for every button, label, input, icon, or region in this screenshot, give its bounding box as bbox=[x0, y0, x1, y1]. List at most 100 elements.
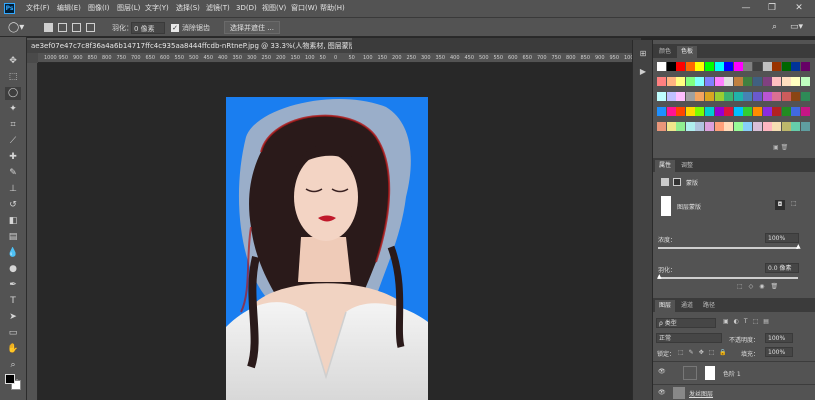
color-swatch[interactable] bbox=[657, 107, 666, 116]
foreground-color-swatch[interactable] bbox=[5, 374, 15, 384]
layer-kind-filter[interactable]: ρ 类型 bbox=[656, 318, 716, 328]
color-swatch[interactable] bbox=[705, 62, 714, 71]
clone-stamp-tool-icon[interactable]: ⊥ bbox=[5, 183, 21, 196]
color-swatch[interactable] bbox=[781, 77, 791, 86]
color-swatch[interactable] bbox=[762, 77, 772, 86]
density-slider-handle[interactable]: ▲ bbox=[796, 243, 801, 250]
lock-icons[interactable]: ⬚✎✥⬚🔒 bbox=[678, 349, 732, 356]
document-tab[interactable]: ae3ef07e47c7c8f36a4a6b14717ffc4c935aa844… bbox=[27, 38, 352, 53]
close-window-button[interactable]: ✕ bbox=[786, 0, 812, 17]
zoom-tool-icon[interactable]: ⌕ bbox=[5, 359, 21, 372]
tab-layers[interactable]: 图层 bbox=[655, 300, 676, 312]
color-swatch[interactable] bbox=[762, 92, 772, 101]
add-to-selection-icon[interactable] bbox=[58, 23, 67, 32]
color-swatch[interactable] bbox=[801, 62, 810, 71]
fill-input[interactable]: 100% bbox=[765, 347, 793, 357]
tab-adjustments[interactable]: 调整 bbox=[677, 160, 697, 172]
menu-edit[interactable]: 编辑(E) bbox=[57, 3, 81, 14]
color-swatch[interactable] bbox=[705, 107, 714, 116]
lasso-tool-icon[interactable]: ◯ bbox=[5, 87, 21, 100]
blur-tool-icon[interactable]: 💧 bbox=[5, 247, 21, 260]
color-swatch[interactable] bbox=[791, 77, 801, 86]
color-swatch[interactable] bbox=[695, 77, 705, 86]
color-swatch[interactable] bbox=[714, 62, 724, 71]
menu-file[interactable]: 文件(F) bbox=[26, 3, 50, 14]
healing-brush-tool-icon[interactable]: ✚ bbox=[5, 151, 21, 164]
color-swatch[interactable] bbox=[743, 62, 753, 71]
gradient-tool-icon[interactable]: ▤ bbox=[5, 231, 21, 244]
color-swatch[interactable] bbox=[666, 107, 676, 116]
antialias-checkbox[interactable]: ✓ bbox=[171, 24, 179, 32]
color-swatch[interactable] bbox=[801, 92, 810, 101]
color-swatch[interactable] bbox=[772, 107, 782, 116]
layer-name[interactable]: 发丝图层 bbox=[689, 389, 713, 398]
color-swatch[interactable] bbox=[733, 107, 743, 116]
minimize-button[interactable]: — bbox=[733, 0, 759, 17]
lasso-tool-preset-icon[interactable]: ◯▾ bbox=[8, 21, 30, 34]
color-swatch[interactable] bbox=[743, 77, 753, 86]
color-swatch[interactable] bbox=[666, 77, 676, 86]
eye-icon[interactable]: 👁 bbox=[658, 368, 666, 375]
color-swatch[interactable] bbox=[801, 107, 810, 116]
eraser-tool-icon[interactable]: ◧ bbox=[5, 215, 21, 228]
path-selection-tool-icon[interactable]: ➤ bbox=[5, 311, 21, 324]
vector-mask-icon[interactable] bbox=[673, 178, 681, 186]
history-brush-tool-icon[interactable]: ↺ bbox=[5, 199, 21, 212]
color-swatch[interactable] bbox=[733, 122, 743, 131]
pen-tool-icon[interactable]: ✒ bbox=[5, 279, 21, 292]
feather-slider-handle[interactable]: ▲ bbox=[657, 273, 662, 280]
crop-tool-icon[interactable]: ⌗ bbox=[5, 119, 21, 132]
horizontal-ruler[interactable]: 1000 950 900 850 800 750 700 650 600 550 500 450 400… bbox=[38, 53, 641, 63]
color-swatch[interactable] bbox=[762, 122, 772, 131]
feather-input[interactable]: 0.0 像素 bbox=[765, 263, 799, 273]
color-swatch[interactable] bbox=[657, 62, 666, 71]
layer-filter-icons[interactable]: ▣◐T⬚▤ bbox=[723, 318, 774, 325]
color-swatch[interactable] bbox=[743, 122, 753, 131]
menu-type[interactable]: 文字(Y) bbox=[145, 3, 169, 14]
color-swatch[interactable] bbox=[791, 122, 801, 131]
color-swatch[interactable] bbox=[753, 77, 762, 86]
color-swatch[interactable] bbox=[666, 122, 676, 131]
color-swatch[interactable] bbox=[676, 62, 686, 71]
color-swatch[interactable] bbox=[695, 62, 705, 71]
menu-window[interactable]: 窗口(W) bbox=[291, 3, 317, 14]
color-swatch[interactable] bbox=[676, 107, 686, 116]
search-icon[interactable]: ⌕ bbox=[772, 21, 784, 34]
rectangle-tool-icon[interactable]: ▭ bbox=[5, 327, 21, 340]
color-swatch[interactable] bbox=[705, 77, 714, 86]
color-swatch[interactable] bbox=[791, 62, 801, 71]
color-swatch[interactable] bbox=[714, 92, 724, 101]
color-swatch[interactable] bbox=[657, 122, 666, 131]
color-swatch[interactable] bbox=[657, 92, 666, 101]
color-swatch[interactable] bbox=[695, 92, 705, 101]
color-swatch[interactable] bbox=[753, 62, 762, 71]
color-swatch[interactable] bbox=[781, 92, 791, 101]
color-swatch[interactable] bbox=[685, 107, 695, 116]
move-tool-icon[interactable]: ✥ bbox=[5, 55, 21, 68]
menu-select[interactable]: 选择(S) bbox=[176, 3, 200, 14]
select-pixel-mask-icon[interactable]: ◘ bbox=[775, 200, 785, 210]
brush-tool-icon[interactable]: ✎ bbox=[5, 167, 21, 180]
new-swatch-icon[interactable]: ▣ 🗑 bbox=[773, 144, 788, 151]
layer-row[interactable]: 👁 色阶 1 bbox=[653, 361, 815, 383]
color-swatch[interactable] bbox=[781, 62, 791, 71]
color-swatch[interactable] bbox=[685, 62, 695, 71]
color-swatch[interactable] bbox=[657, 77, 666, 86]
color-swatch[interactable] bbox=[666, 62, 676, 71]
color-swatch[interactable] bbox=[772, 62, 782, 71]
color-swatch[interactable] bbox=[781, 122, 791, 131]
tab-color[interactable]: 颜色 bbox=[655, 46, 675, 58]
dodge-tool-icon[interactable]: ● bbox=[5, 263, 21, 276]
workspace-icon[interactable]: ▭▾ bbox=[790, 21, 812, 34]
menu-help[interactable]: 帮助(H) bbox=[320, 3, 345, 14]
color-swatch[interactable] bbox=[724, 92, 734, 101]
vertical-ruler[interactable] bbox=[27, 63, 38, 400]
color-swatch[interactable] bbox=[685, 92, 695, 101]
select-and-mask-button[interactable]: 选择并遮住 ... bbox=[224, 21, 280, 34]
history-panel-icon[interactable]: ⊞ bbox=[637, 48, 649, 60]
color-swatch[interactable] bbox=[724, 122, 734, 131]
hand-tool-icon[interactable]: ✋ bbox=[5, 343, 21, 356]
opacity-input[interactable]: 100% bbox=[765, 333, 793, 343]
color-swatch[interactable] bbox=[733, 77, 743, 86]
color-swatch[interactable] bbox=[705, 122, 714, 131]
